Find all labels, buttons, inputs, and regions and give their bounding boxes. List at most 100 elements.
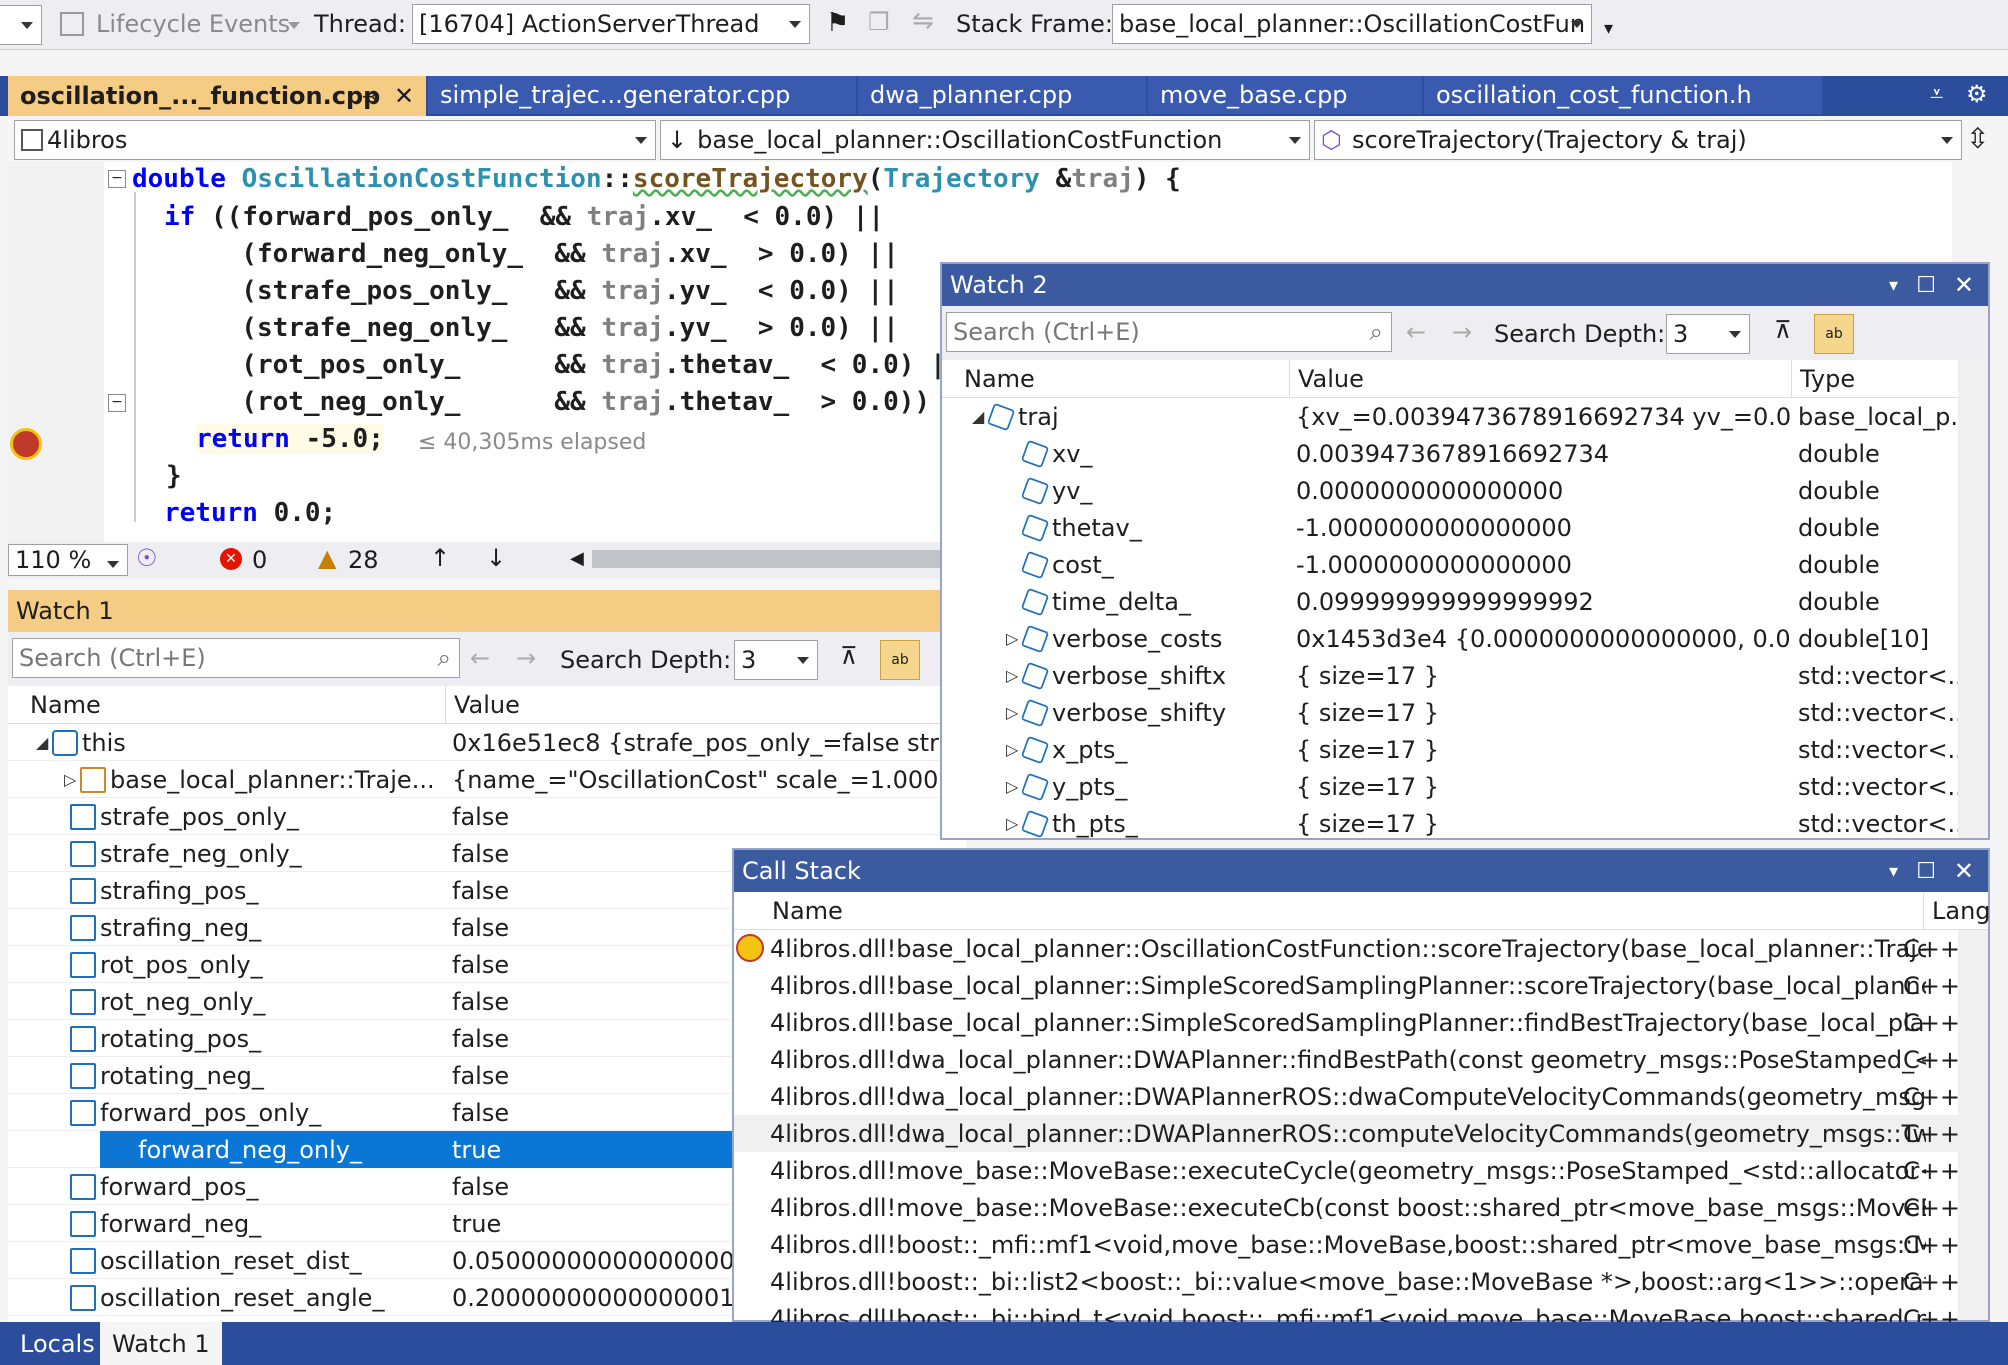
watch-row[interactable]: strafe_pos_only_ false	[8, 798, 966, 835]
settings-gear-icon[interactable]: ⚙	[1966, 80, 1988, 108]
search-depth-select[interactable]: 3	[1666, 314, 1750, 354]
tab-oscillation-cost-function-h[interactable]: oscillation_cost_function.h	[1424, 76, 1824, 114]
collapse-arrow-icon[interactable]: ◢	[972, 407, 988, 426]
watch-row[interactable]: ▷ y_pts_ { size=17 } std::vector<...	[942, 768, 1960, 805]
next-issue-icon[interactable]: ↓	[486, 544, 506, 572]
toolbar-overflow-dropdown[interactable]	[0, 5, 42, 45]
watch-value-cell[interactable]: -1.0000000000000000	[1296, 509, 1790, 546]
toolbar-options-icon[interactable]: ▾	[1604, 18, 1613, 39]
watch1-search-input[interactable]: Search (Ctrl+E) ⌕	[12, 638, 460, 678]
scope-dropdown[interactable]: ↓ base_local_planner::OscillationCostFun…	[660, 120, 1310, 160]
col-lang[interactable]: Lang	[1924, 892, 1991, 930]
call-stack-frame[interactable]: 4libros.dll!base_local_planner::SimpleSc…	[734, 1004, 1960, 1041]
watch-value-cell[interactable]: 0x1453d3e4 {0.0000000000000000, 0.000...	[1296, 620, 1790, 657]
pin-watch-icon[interactable]: ⊼	[1774, 316, 1792, 344]
tab-move-base[interactable]: move_base.cpp	[1148, 76, 1424, 114]
col-type[interactable]: Type	[1792, 360, 1960, 398]
col-name[interactable]: Name	[764, 892, 1924, 930]
zoom-select[interactable]: 110 %	[8, 544, 128, 576]
expand-arrow-icon[interactable]: ▷	[1006, 777, 1022, 796]
watch-value-cell[interactable]: 0.0039473678916692734	[1296, 435, 1790, 472]
hex-display-icon[interactable]: ab	[1814, 314, 1854, 354]
watch-value-cell[interactable]: false	[446, 798, 966, 835]
watch-row[interactable]: ◢ this 0x16e51ec8 {strafe_pos_only_=false …	[8, 724, 966, 761]
watch-row[interactable]: thetav_ -1.0000000000000000 double	[942, 509, 1958, 546]
warning-count[interactable]: 28	[348, 546, 379, 574]
watch-row[interactable]: ▷ x_pts_ { size=17 } std::vector<...	[942, 731, 1960, 768]
expand-arrow-icon[interactable]: ▷	[1006, 814, 1022, 833]
watch-row[interactable]: ▷ verbose_shiftx { size=17 } std::vector<..…	[942, 657, 1960, 694]
call-stack-frame[interactable]: 4libros.dll!boost::_mfi::mf1<void,move_b…	[734, 1226, 1960, 1263]
watch-value-cell[interactable]: -1.0000000000000000	[1296, 546, 1790, 583]
watch-row[interactable]: yv_ 0.0000000000000000 double	[942, 472, 1958, 509]
member-dropdown[interactable]: ⬡ scoreTrajectory(Trajectory & traj)	[1314, 120, 1962, 160]
maximize-icon[interactable]: ☐	[1916, 859, 1936, 884]
call-stack-frame[interactable]: 4libros.dll!move_base::MoveBase::execute…	[734, 1152, 1960, 1189]
error-count[interactable]: 0	[252, 546, 267, 574]
collapse-icon[interactable]: −	[108, 170, 126, 188]
call-stack-frame[interactable]: 4libros.dll!base_local_planner::Oscillat…	[734, 930, 1960, 967]
tab-watch1[interactable]: Watch 1	[100, 1322, 222, 1365]
flag-all-threads-icon[interactable]: ❐	[868, 8, 890, 36]
tab-oscillation-cost-function-cpp[interactable]: oscillation_..._function.cpp ⊸ ✕	[8, 76, 428, 116]
call-stack-vertical-scrollbar[interactable]	[1958, 930, 1988, 1320]
watch-value-cell[interactable]: 0x16e51ec8 {strafe_pos_only_=false straf…	[446, 724, 966, 761]
search-depth-select[interactable]: 3	[734, 640, 818, 680]
watch-value-cell[interactable]: { size=17 }	[1296, 731, 1790, 768]
horizontal-scroll-thumb[interactable]	[592, 550, 952, 568]
watch-row[interactable]: ◢ traj {xv_=0.0039473678916692734 yv_=0.00…	[942, 398, 1960, 435]
watch-value-cell[interactable]: { size=17 }	[1296, 694, 1790, 731]
call-stack-frame[interactable]: 4libros.dll!dwa_local_planner::DWAPlanne…	[734, 1078, 1960, 1115]
watch-value-cell[interactable]: { size=17 }	[1296, 657, 1790, 694]
collapse-icon[interactable]: −	[108, 394, 126, 412]
window-options-icon[interactable]: ▾	[1889, 275, 1898, 296]
back-arrow-icon[interactable]: ←	[1406, 318, 1426, 346]
call-stack-frame[interactable]: 4libros.dll!move_base::MoveBase::execute…	[734, 1189, 1960, 1226]
watch-row[interactable]: ▷ th_pts_ { size=17 } std::vector<...	[942, 805, 1960, 842]
call-stack-frame[interactable]: 4libros.dll!dwa_local_planner::DWAPlanne…	[734, 1041, 1960, 1078]
watch-value-cell[interactable]: {xv_=0.0039473678916692734 yv_=0.000...	[1296, 398, 1790, 435]
watch2-vertical-scrollbar[interactable]	[1958, 360, 1988, 838]
expand-arrow-icon[interactable]: ▷	[1006, 629, 1022, 648]
watch-row[interactable]: ▷ verbose_shifty { size=17 } std::vector<..…	[942, 694, 1960, 731]
scroll-left-icon[interactable]: ◀	[570, 548, 584, 569]
expand-arrow-icon[interactable]: ▷	[1006, 703, 1022, 722]
col-name[interactable]: Name	[956, 360, 1290, 398]
col-value[interactable]: Value	[1290, 360, 1792, 398]
tab-locals[interactable]: Locals	[8, 1322, 107, 1365]
watch-row[interactable]: time_delta_ 0.099999999999999992 double	[942, 583, 1958, 620]
expand-arrow-icon[interactable]: ▷	[1006, 740, 1022, 759]
watch-value-cell[interactable]: 0.099999999999999992	[1296, 583, 1790, 620]
maximize-icon[interactable]: ☐	[1916, 273, 1936, 298]
previous-issue-icon[interactable]: ↑	[430, 544, 450, 572]
watch-value-cell[interactable]: 0.0000000000000000	[1296, 472, 1790, 509]
tab-dwa-planner[interactable]: dwa_planner.cpp	[858, 76, 1148, 114]
call-stack-frame[interactable]: 4libros.dll!boost::_bi::list2<boost::_bi…	[734, 1263, 1960, 1300]
close-icon[interactable]: ✕	[1954, 271, 1974, 299]
window-options-icon[interactable]: ▾	[1889, 861, 1898, 882]
lifecycle-dropdown-icon[interactable]	[288, 22, 300, 29]
watch2-search-input[interactable]: Search (Ctrl+E) ⌕	[946, 312, 1392, 352]
watch-row[interactable]: cost_ -1.0000000000000000 double	[942, 546, 1958, 583]
project-dropdown[interactable]: 4libros	[14, 120, 656, 160]
show-threads-icon[interactable]: ⇋	[912, 6, 934, 36]
forward-arrow-icon[interactable]: →	[1452, 318, 1472, 346]
close-tab-icon[interactable]: ✕	[394, 82, 414, 110]
tab-simple-trajectory-generator[interactable]: simple_trajec...generator.cpp	[428, 76, 858, 114]
stack-frame-select[interactable]: base_local_planner::OscillationCostFun	[1112, 4, 1592, 44]
watch-value-cell[interactable]: { size=17 }	[1296, 805, 1790, 842]
thread-select[interactable]: [16704] ActionServerThread	[412, 4, 810, 44]
pin-icon[interactable]: ⊸	[362, 84, 379, 108]
watch-row[interactable]: ▷ base_local_planner::Traje... {name_="Osc…	[8, 761, 966, 798]
pin-watch-icon[interactable]: ⊼	[840, 642, 858, 670]
watch-row[interactable]: xv_ 0.0039473678916692734 double	[942, 435, 1958, 472]
call-stack-frame[interactable]: 4libros.dll!base_local_planner::SimpleSc…	[734, 967, 1960, 1004]
intellicode-icon[interactable]: ☉	[136, 544, 158, 572]
close-icon[interactable]: ✕	[1954, 857, 1974, 885]
watch-row[interactable]: ▷ verbose_costs 0x1453d3e4 {0.000000000000…	[942, 620, 1958, 657]
watch-value-cell[interactable]: {name_="OscillationCost" scale_=1.000000	[446, 761, 966, 798]
call-stack-frame[interactable]: 4libros.dll!dwa_local_planner::DWAPlanne…	[734, 1115, 1960, 1152]
tab-list-dropdown-icon[interactable]: ⩡	[1930, 80, 1944, 108]
search-icon[interactable]: ⌕	[1370, 318, 1383, 346]
back-arrow-icon[interactable]: ←	[470, 644, 490, 672]
